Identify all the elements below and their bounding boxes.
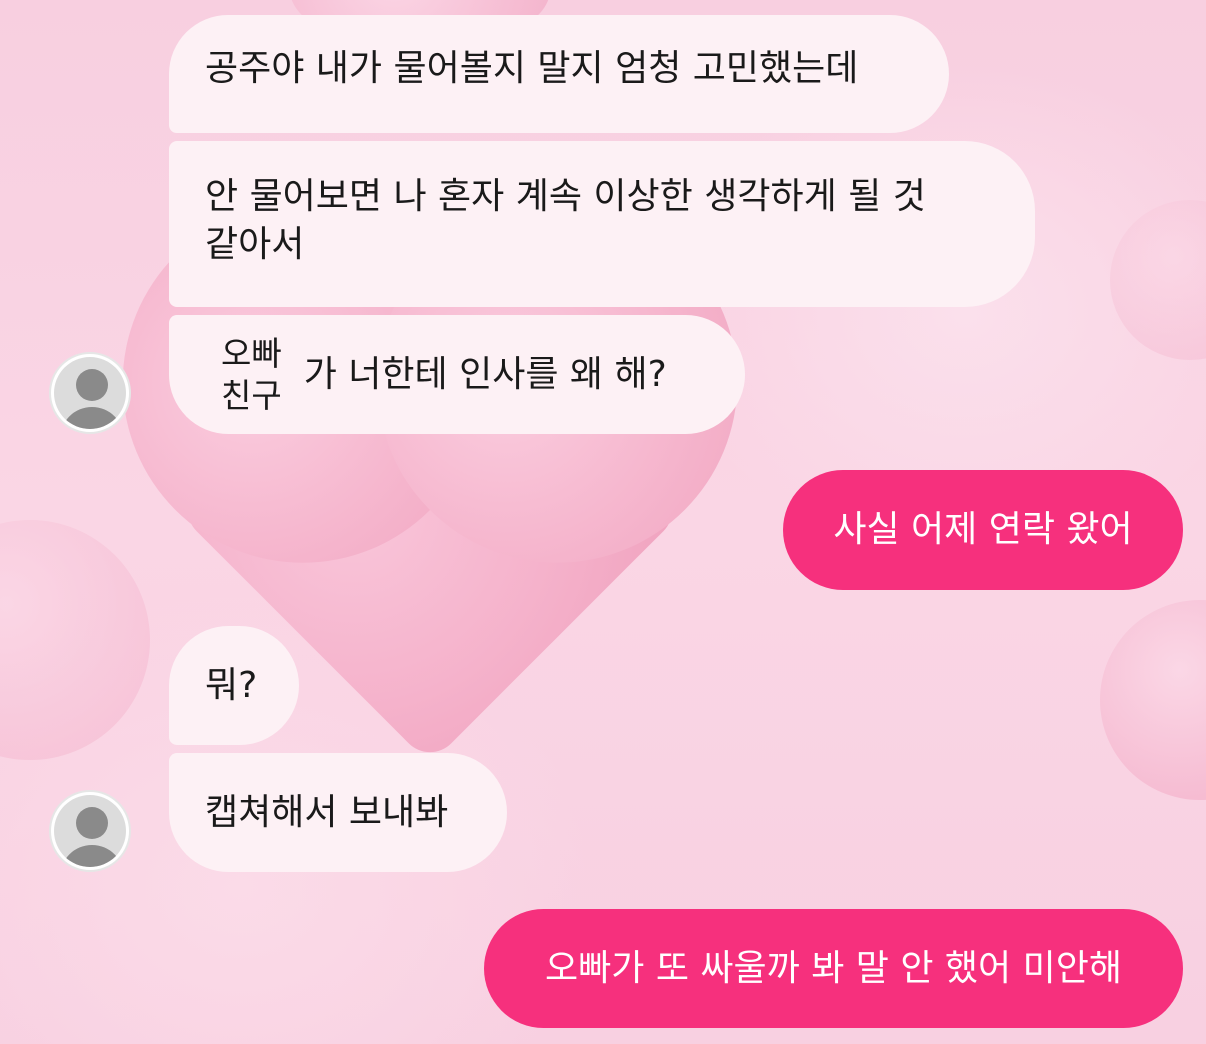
incoming-message[interactable]: 공주야 내가 물어볼지 말지 엄청 고민했는데 <box>169 15 949 133</box>
message-text-line: 안 물어보면 나 혼자 계속 이상한 생각하게 될 것 <box>205 176 926 217</box>
incoming-message[interactable]: 캡쳐해서 보내봐 <box>169 753 507 872</box>
message-text-line: 같아서 <box>205 224 305 265</box>
sender-avatar[interactable] <box>49 790 131 872</box>
message-text: 오빠가 또 싸울까 봐 말 안 했어 미안해 <box>545 947 1122 989</box>
incoming-message[interactable]: 뭐? <box>169 626 299 745</box>
incoming-message[interactable]: 안 물어보면 나 혼자 계속 이상한 생각하게 될 것 같아서 <box>169 141 1035 307</box>
outgoing-message[interactable]: 오빠가 또 싸울까 봐 말 안 했어 미안해 <box>484 909 1183 1028</box>
redacted-name-line: 오빠 <box>221 333 282 373</box>
message-text: 가 너한테 인사를 왜 해? <box>303 353 667 395</box>
redacted-name-label: 오빠 친구 <box>221 333 282 417</box>
outgoing-message[interactable]: 사실 어제 연락 왔어 <box>783 470 1183 590</box>
message-text: 사실 어제 연락 왔어 <box>833 509 1133 550</box>
incoming-message[interactable]: 오빠 친구 가 너한테 인사를 왜 해? <box>169 315 745 434</box>
redacted-name-line: 친구 <box>221 375 282 415</box>
message-text: 캡쳐해서 보내봐 <box>205 791 449 833</box>
message-list: 공주야 내가 물어볼지 말지 엄청 고민했는데 안 물어보면 나 혼자 계속 이… <box>0 0 1206 1044</box>
message-text: 공주야 내가 물어볼지 말지 엄청 고민했는데 <box>205 48 859 89</box>
message-text: 뭐? <box>205 664 258 706</box>
default-profile-icon <box>54 795 126 867</box>
default-profile-icon <box>54 357 126 429</box>
sender-avatar[interactable] <box>49 352 131 434</box>
